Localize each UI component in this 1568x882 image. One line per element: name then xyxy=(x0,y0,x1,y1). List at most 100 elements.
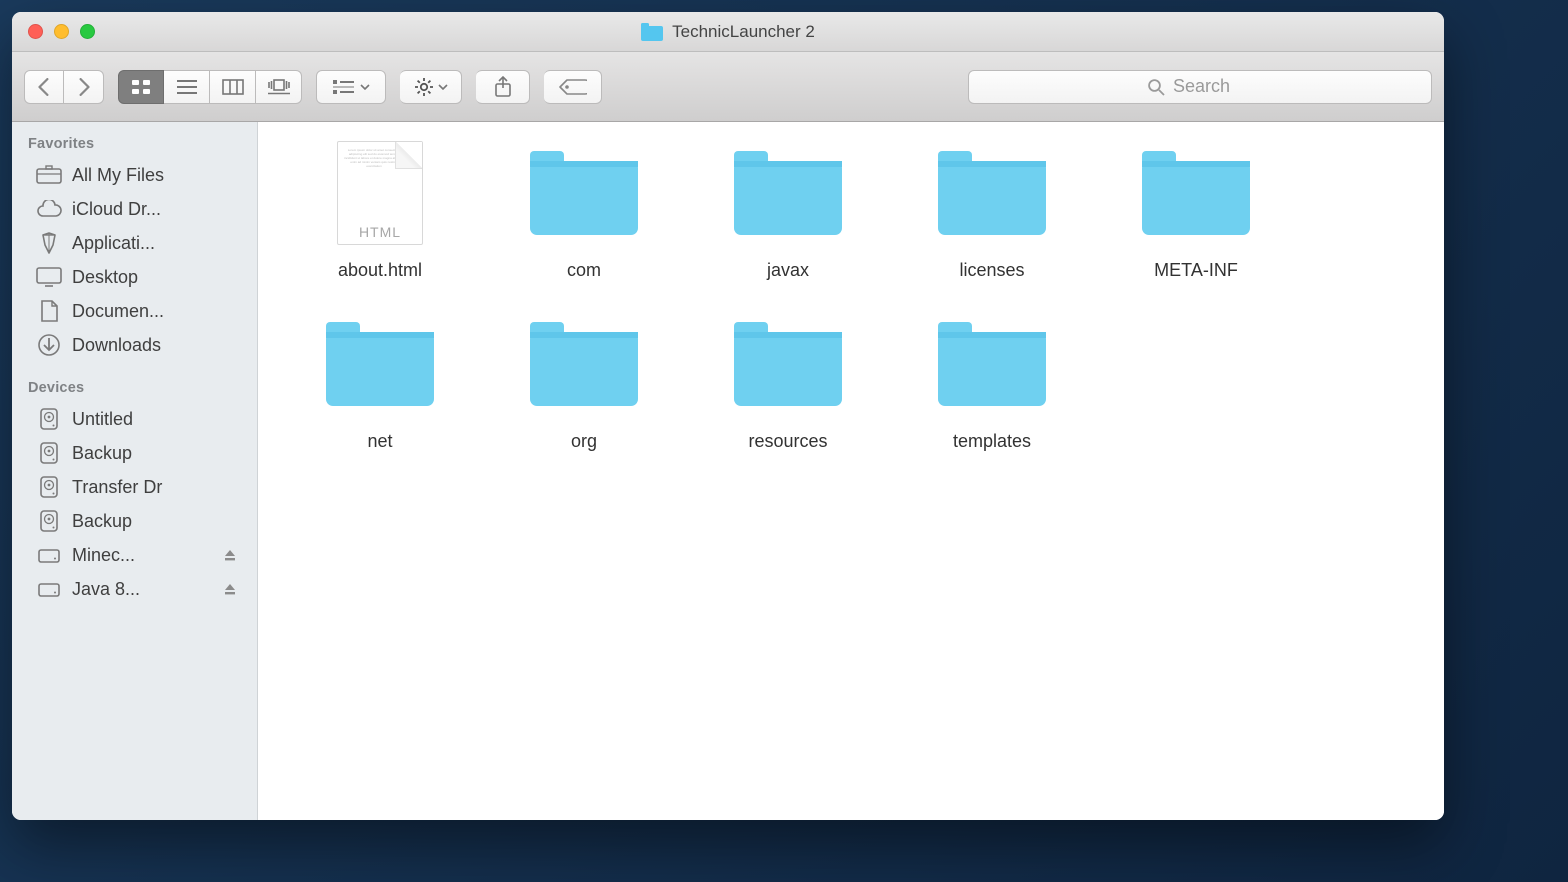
desktop-icon xyxy=(36,266,62,288)
content-area[interactable]: Lorem ipsum dolor sit amet consectetur a… xyxy=(258,122,1444,820)
icon-grid: Lorem ipsum dolor sit amet consectetur a… xyxy=(278,140,1424,452)
eject-icon[interactable] xyxy=(223,548,239,562)
external-disk-icon xyxy=(36,578,62,600)
folder-icon xyxy=(524,140,644,246)
sidebar-item-label: Transfer Dr xyxy=(72,477,247,498)
downloads-icon xyxy=(36,334,62,356)
html-file-icon: Lorem ipsum dolor sit amet consectetur a… xyxy=(320,140,440,246)
disk-icon xyxy=(36,442,62,464)
sidebar-item-desktop[interactable]: Desktop xyxy=(12,260,257,294)
sidebar-item-label: Untitled xyxy=(72,409,247,430)
file-item[interactable]: licenses xyxy=(890,140,1094,281)
nav-buttons xyxy=(24,70,104,104)
applications-icon xyxy=(36,232,62,254)
sidebar-item-label: All My Files xyxy=(72,165,247,186)
finder-window: TechnicLauncher 2 xyxy=(12,12,1444,820)
coverflow-view-button[interactable] xyxy=(256,70,302,104)
sidebar-item-label: Downloads xyxy=(72,335,247,356)
minimize-button[interactable] xyxy=(54,24,69,39)
file-item[interactable]: Lorem ipsum dolor sit amet consectetur a… xyxy=(278,140,482,281)
sidebar-item-label: Java 8... xyxy=(72,579,213,600)
sidebar-item-label: Desktop xyxy=(72,267,247,288)
back-button[interactable] xyxy=(24,70,64,104)
disk-icon xyxy=(36,408,62,430)
file-name: licenses xyxy=(959,260,1024,281)
search-icon xyxy=(1147,78,1165,96)
all-my-files-icon xyxy=(36,164,62,186)
forward-button[interactable] xyxy=(64,70,104,104)
action-button[interactable] xyxy=(400,70,462,104)
file-item[interactable]: org xyxy=(482,311,686,452)
file-name: resources xyxy=(748,431,827,452)
file-item[interactable]: META-INF xyxy=(1094,140,1298,281)
file-name: templates xyxy=(953,431,1031,452)
file-name: META-INF xyxy=(1154,260,1238,281)
list-view-button[interactable] xyxy=(164,70,210,104)
search-field[interactable] xyxy=(968,70,1432,104)
icon-view-button[interactable] xyxy=(118,70,164,104)
folder-icon xyxy=(932,311,1052,417)
sidebar-item-label: Minec... xyxy=(72,545,213,566)
traffic-lights xyxy=(12,24,95,39)
tags-button[interactable] xyxy=(544,70,602,104)
sidebar-item-backup-1[interactable]: Backup xyxy=(12,436,257,470)
file-name: com xyxy=(567,260,601,281)
sidebar-item-all-my-files[interactable]: All My Files xyxy=(12,158,257,192)
file-name: net xyxy=(367,431,392,452)
folder-icon xyxy=(320,311,440,417)
window-title: TechnicLauncher 2 xyxy=(672,22,815,42)
sidebar-item-minec[interactable]: Minec... xyxy=(12,538,257,572)
sidebar-header-devices: Devices xyxy=(12,376,257,402)
file-item[interactable]: resources xyxy=(686,311,890,452)
share-button[interactable] xyxy=(476,70,530,104)
sidebar-item-label: Documen... xyxy=(72,301,247,322)
sidebar-item-java8[interactable]: Java 8... xyxy=(12,572,257,606)
file-name: javax xyxy=(767,260,809,281)
file-item[interactable]: javax xyxy=(686,140,890,281)
sidebar-item-applications[interactable]: Applicati... xyxy=(12,226,257,260)
sidebar-item-transfer[interactable]: Transfer Dr xyxy=(12,470,257,504)
search-input[interactable] xyxy=(1173,76,1253,97)
file-item[interactable]: templates xyxy=(890,311,1094,452)
view-buttons xyxy=(118,70,302,104)
folder-icon xyxy=(932,140,1052,246)
file-name: org xyxy=(571,431,597,452)
sidebar-item-documents[interactable]: Documen... xyxy=(12,294,257,328)
documents-icon xyxy=(36,300,62,322)
sidebar-item-label: Backup xyxy=(72,511,247,532)
window-body: Favorites All My Files iCloud Dr... Appl… xyxy=(12,122,1444,820)
arrange-button[interactable] xyxy=(316,70,386,104)
close-button[interactable] xyxy=(28,24,43,39)
sidebar-item-label: iCloud Dr... xyxy=(72,199,247,220)
external-disk-icon xyxy=(36,544,62,566)
chevron-down-icon xyxy=(360,84,370,90)
zoom-button[interactable] xyxy=(80,24,95,39)
sidebar-item-label: Backup xyxy=(72,443,247,464)
file-item[interactable]: com xyxy=(482,140,686,281)
disk-icon xyxy=(36,476,62,498)
sidebar: Favorites All My Files iCloud Dr... Appl… xyxy=(12,122,258,820)
disk-icon xyxy=(36,510,62,532)
share-icon xyxy=(494,76,512,98)
folder-icon xyxy=(641,23,663,41)
tag-icon xyxy=(559,78,587,96)
window-title-area: TechnicLauncher 2 xyxy=(12,22,1444,42)
cloud-icon xyxy=(36,198,62,220)
toolbar xyxy=(12,52,1444,122)
sidebar-item-untitled[interactable]: Untitled xyxy=(12,402,257,436)
gear-icon xyxy=(414,77,434,97)
sidebar-header-favorites: Favorites xyxy=(12,132,257,158)
sidebar-item-icloud[interactable]: iCloud Dr... xyxy=(12,192,257,226)
titlebar: TechnicLauncher 2 xyxy=(12,12,1444,52)
file-item[interactable]: net xyxy=(278,311,482,452)
sidebar-item-label: Applicati... xyxy=(72,233,247,254)
sidebar-item-backup-2[interactable]: Backup xyxy=(12,504,257,538)
column-view-button[interactable] xyxy=(210,70,256,104)
file-name: about.html xyxy=(338,260,422,281)
folder-icon xyxy=(728,311,848,417)
folder-icon xyxy=(1136,140,1256,246)
chevron-down-icon xyxy=(438,84,448,90)
folder-icon xyxy=(524,311,644,417)
sidebar-item-downloads[interactable]: Downloads xyxy=(12,328,257,362)
eject-icon[interactable] xyxy=(223,582,239,596)
